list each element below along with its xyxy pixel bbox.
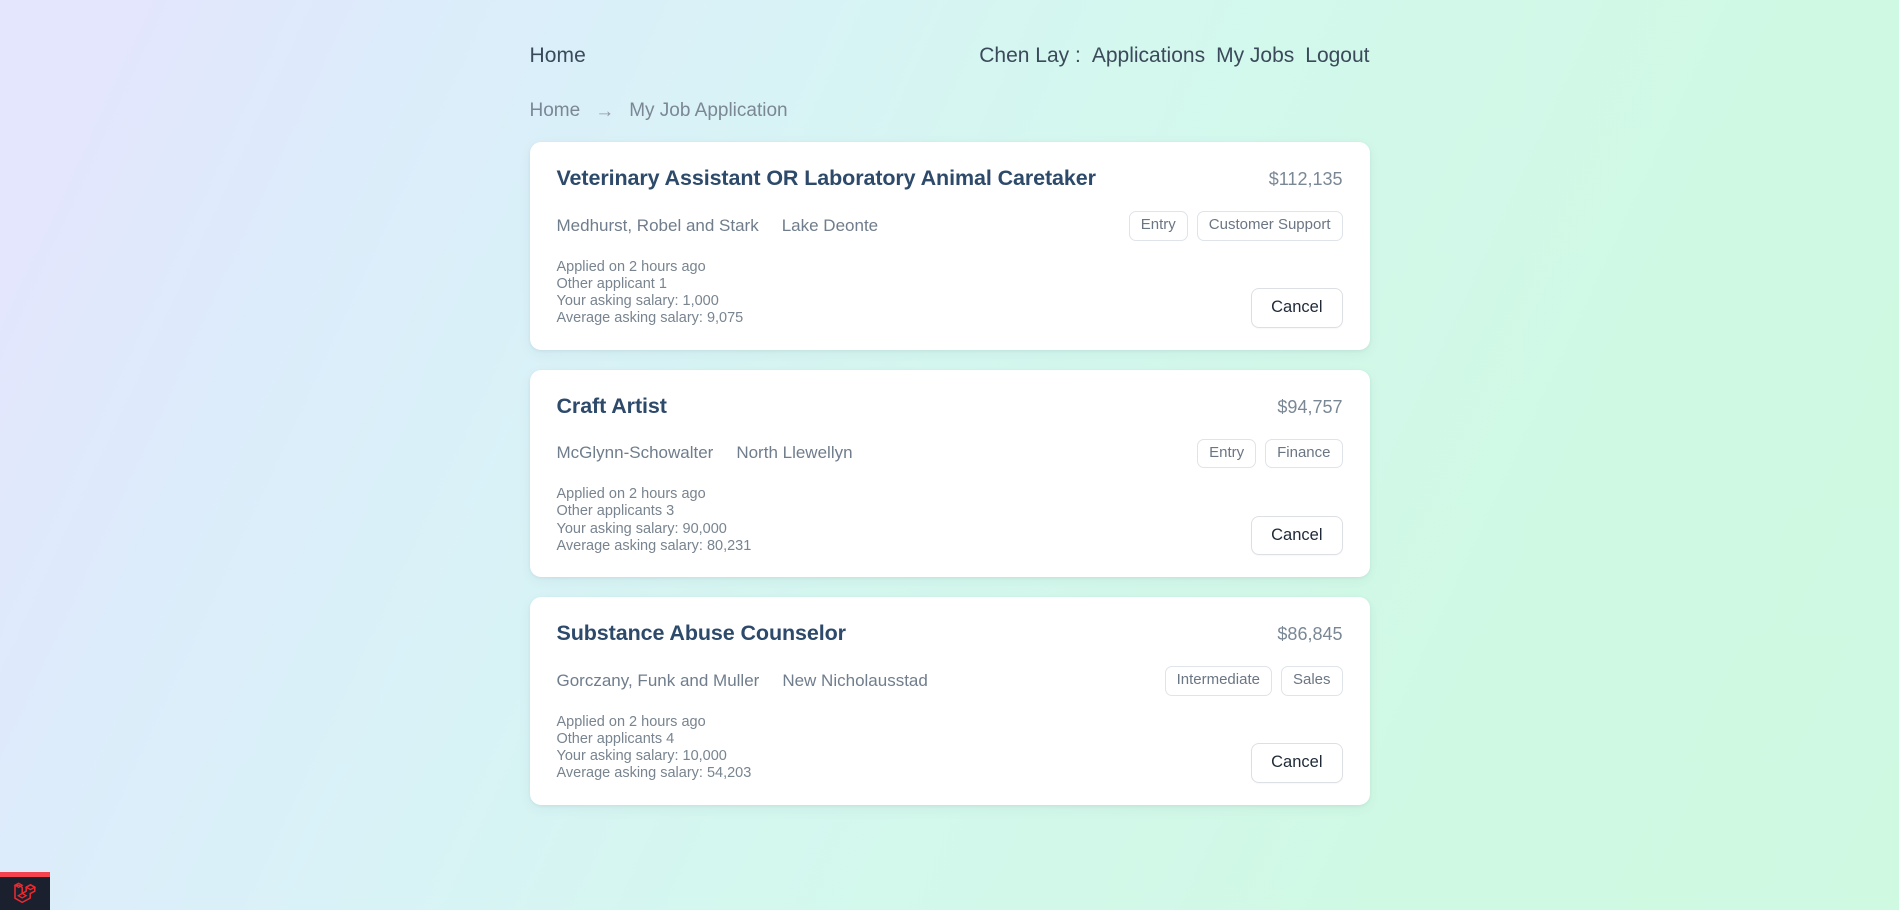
job-location: Lake Deonte [781, 215, 879, 235]
application-details: Applied on 2 hours ago Other applicants … [557, 714, 752, 783]
card-footer: Applied on 2 hours ago Other applicants … [557, 486, 1343, 555]
top-navigation: Home Chen Lay : Applications My Jobs Log… [530, 0, 1370, 68]
nav-username-label: Chen Lay : [979, 44, 1081, 67]
your-asking-salary-text: Your asking salary: 10,000 [556, 748, 727, 764]
debugbar-toggle[interactable] [0, 872, 50, 910]
card-meta-row: Gorczany, Funk and Muller New Nicholauss… [557, 666, 1343, 696]
breadcrumb: Home → My Job Application [530, 100, 1370, 122]
company-location-group: Gorczany, Funk and Muller New Nicholauss… [557, 671, 928, 691]
job-application-list: Veterinary Assistant OR Laboratory Anima… [529, 142, 1370, 805]
job-location: North Llewellyn [736, 443, 853, 463]
company-name: McGlynn-Schowalter [556, 443, 714, 463]
your-asking-salary-text: Your asking salary: 1,000 [556, 293, 719, 309]
card-header: Craft Artist $94,757 [557, 394, 1343, 419]
laravel-logo-icon [12, 881, 38, 906]
nav-my-jobs-link[interactable]: My Jobs [1216, 44, 1294, 68]
nav-right-group: Chen Lay : Applications My Jobs Logout [979, 44, 1369, 68]
application-details: Applied on 2 hours ago Other applicant 1… [557, 259, 744, 328]
job-application-card: Veterinary Assistant OR Laboratory Anima… [529, 142, 1370, 350]
top-navigation-bar: Home Chen Lay : Applications My Jobs Log… [530, 0, 1370, 68]
applied-on-text: Applied on 2 hours ago [556, 258, 706, 275]
average-asking-salary-text: Average asking salary: 54,203 [556, 765, 752, 782]
arrow-right-icon: → [595, 100, 615, 122]
tag-experience-level: Entry [1197, 438, 1257, 468]
job-salary: $112,135 [1268, 169, 1343, 189]
your-asking-salary-text: Your asking salary: 90,000 [556, 520, 727, 537]
tag-list: Entry Finance [1197, 438, 1343, 468]
breadcrumb-home-link[interactable]: Home [530, 100, 581, 122]
nav-brand-home-link[interactable]: Home [530, 44, 586, 68]
job-title: Craft Artist [556, 393, 667, 418]
card-header: Substance Abuse Counselor $86,845 [557, 621, 1343, 646]
cancel-application-button[interactable]: Cancel [1251, 288, 1343, 328]
tag-experience-level: Entry [1128, 211, 1188, 241]
nav-logout-link[interactable]: Logout [1305, 44, 1369, 68]
company-location-group: McGlynn-Schowalter North Llewellyn [557, 443, 853, 463]
cancel-application-button[interactable]: Cancel [1251, 515, 1343, 555]
job-application-card: Substance Abuse Counselor $86,845 Gorcza… [529, 597, 1370, 805]
tag-experience-level: Intermediate [1164, 666, 1272, 696]
card-meta-row: Medhurst, Robel and Stark Lake Deonte En… [557, 211, 1343, 241]
other-applicants-text: Other applicants 4 [556, 730, 675, 747]
company-name: Medhurst, Robel and Stark [556, 215, 759, 235]
card-meta-row: McGlynn-Schowalter North Llewellyn Entry… [557, 438, 1343, 468]
breadcrumb-current-page: My Job Application [629, 100, 788, 121]
job-application-card: Craft Artist $94,757 McGlynn-Schowalter … [529, 369, 1370, 577]
tag-list: Intermediate Sales [1164, 666, 1343, 696]
average-asking-salary-text: Average asking salary: 9,075 [556, 310, 744, 327]
job-location: New Nicholausstad [782, 670, 928, 690]
applied-on-text: Applied on 2 hours ago [556, 713, 706, 730]
company-name: Gorczany, Funk and Muller [556, 670, 760, 690]
nav-applications-link[interactable]: Applications [1092, 44, 1205, 68]
other-applicants-text: Other applicants 3 [556, 503, 675, 520]
card-footer: Applied on 2 hours ago Other applicants … [557, 714, 1343, 783]
cancel-application-button[interactable]: Cancel [1251, 743, 1343, 783]
tag-category: Finance [1265, 438, 1343, 468]
applied-on-text: Applied on 2 hours ago [556, 486, 706, 502]
card-header: Veterinary Assistant OR Laboratory Anima… [557, 166, 1343, 191]
job-title: Veterinary Assistant OR Laboratory Anima… [556, 166, 1096, 190]
job-salary: $94,757 [1277, 396, 1343, 417]
company-location-group: Medhurst, Robel and Stark Lake Deonte [557, 216, 879, 236]
job-salary: $86,845 [1277, 624, 1343, 644]
other-applicants-text: Other applicant 1 [556, 275, 667, 292]
card-footer: Applied on 2 hours ago Other applicant 1… [557, 259, 1343, 328]
application-details: Applied on 2 hours ago Other applicants … [557, 486, 752, 555]
page-root: Home Chen Lay : Applications My Jobs Log… [0, 0, 1899, 910]
tag-category: Sales [1280, 666, 1343, 696]
tag-list: Entry Customer Support [1128, 211, 1343, 241]
average-asking-salary-text: Average asking salary: 80,231 [556, 537, 752, 554]
job-title: Substance Abuse Counselor [556, 621, 847, 645]
tag-category: Customer Support [1196, 211, 1343, 241]
